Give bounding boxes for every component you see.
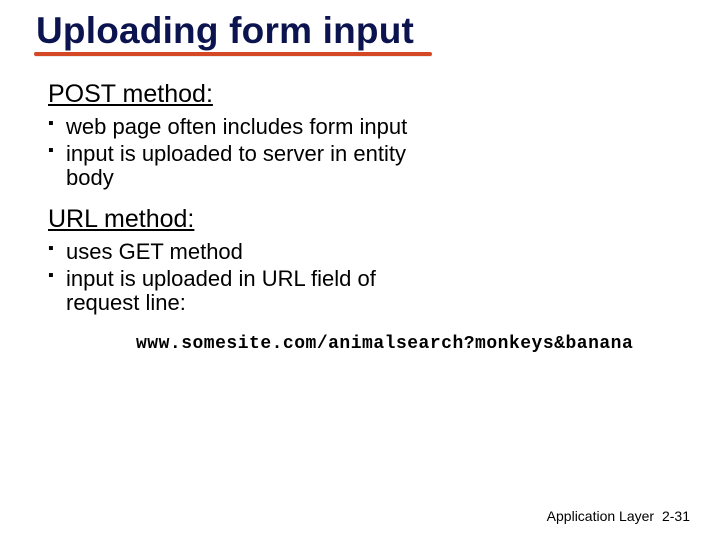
list-item: uses GET method: [48, 240, 428, 265]
list-item: input is uploaded in URL field of reques…: [48, 267, 428, 316]
footer: Application Layer 2-31: [547, 508, 690, 524]
post-bullets: web page often includes form input input…: [48, 115, 428, 191]
slide-title: Uploading form input: [36, 10, 414, 52]
url-bullets: uses GET method input is uploaded in URL…: [48, 240, 428, 316]
slide-body: POST method: web page often includes for…: [36, 80, 428, 316]
section-heading-url: URL method:: [48, 205, 428, 234]
footer-label: Application Layer: [547, 508, 654, 524]
page-number: 2-31: [662, 508, 690, 524]
title-wrap: Uploading form input: [36, 10, 414, 52]
section-heading-post: POST method:: [48, 80, 428, 109]
title-underline: [34, 52, 432, 56]
list-item: input is uploaded to server in entity bo…: [48, 142, 428, 191]
slide: Uploading form input POST method: web pa…: [0, 0, 720, 354]
list-item: web page often includes form input: [48, 115, 428, 140]
example-url: www.somesite.com/animalsearch?monkeys&ba…: [136, 334, 684, 354]
